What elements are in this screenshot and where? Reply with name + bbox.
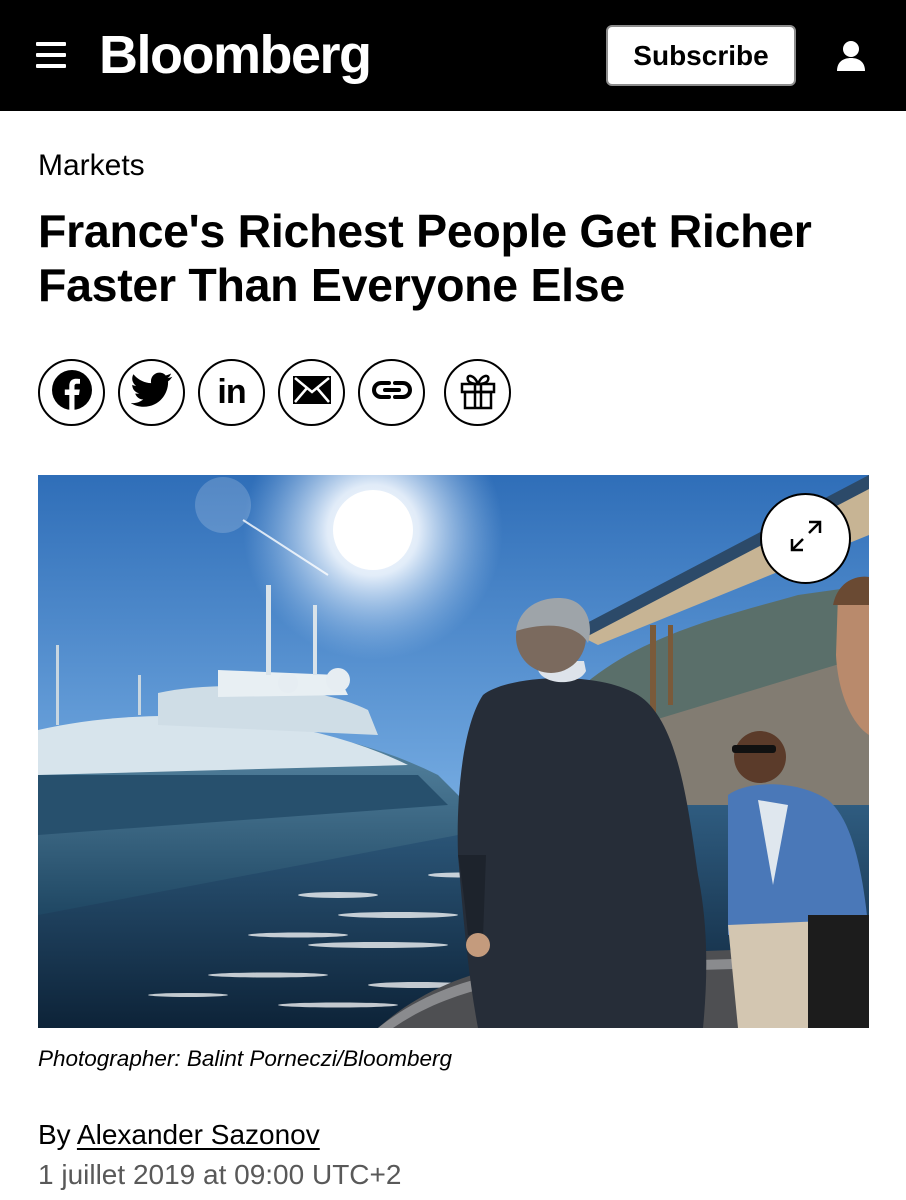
byline: By Alexander Sazonov [38, 1118, 320, 1152]
gift-icon [458, 370, 498, 415]
facebook-icon [51, 369, 93, 416]
account-icon[interactable] [832, 38, 870, 76]
twitter-icon [129, 372, 173, 413]
envelope-icon [292, 375, 332, 410]
copy-link-button[interactable] [358, 359, 425, 426]
linkedin-icon: in [217, 372, 246, 411]
expand-arrows-icon [788, 518, 824, 559]
photo-caption: Photographer: Balint Porneczi/Bloomberg [38, 1046, 452, 1071]
publish-date: 1 juillet 2019 at 09:00 UTC+2 [38, 1159, 402, 1190]
share-twitter-button[interactable] [118, 359, 185, 426]
subscribe-button[interactable]: Subscribe [606, 25, 796, 86]
share-facebook-button[interactable] [38, 359, 105, 426]
share-linkedin-button[interactable]: in [198, 359, 265, 426]
bloomberg-logo[interactable]: Bloomberg [99, 24, 372, 86]
hamburger-menu-icon[interactable] [36, 42, 66, 68]
top-navigation-bar: Bloomberg Subscribe [0, 0, 906, 111]
article-headline: France's Richest People Get Richer Faste… [38, 205, 812, 311]
section-label[interactable]: Markets [38, 148, 145, 184]
expand-photo-button[interactable] [760, 493, 851, 584]
link-icon [371, 379, 412, 406]
yacht-photo-illustration [38, 475, 869, 1028]
gift-article-button[interactable] [444, 359, 511, 426]
lead-photo[interactable] [38, 475, 869, 1028]
byline-prefix: By [38, 1119, 71, 1150]
author-link[interactable]: Alexander Sazonov [77, 1119, 320, 1150]
share-email-button[interactable] [278, 359, 345, 426]
